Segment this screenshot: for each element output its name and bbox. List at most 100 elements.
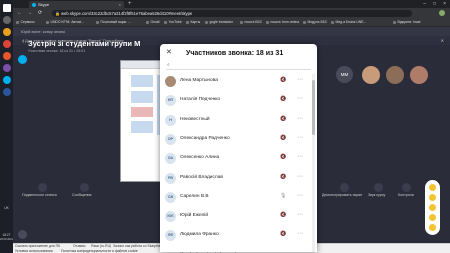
- shared-block: [131, 75, 153, 87]
- participants-scrollbar[interactable]: [312, 74, 315, 252]
- bookmark-item[interactable]: Карты: [186, 18, 201, 27]
- bookmark-item[interactable]: UNDO NTNI: Автом...: [46, 18, 84, 27]
- maximize-button[interactable]: □: [433, 0, 436, 8]
- emoji-smile-icon[interactable]: [429, 184, 436, 191]
- bottom-control-label: Подмеголосе сеанса: [22, 193, 57, 197]
- search-icon: ⌕: [167, 62, 170, 68]
- participant-row[interactable]: ОР Олександра Радченко 🔇 ⋯: [160, 131, 312, 148]
- scrollbar-thumb[interactable]: [312, 80, 315, 135]
- more-options-icon[interactable]: ⋯: [297, 134, 303, 141]
- bookmark-item[interactable]: Відкрити: Інше: [393, 18, 421, 27]
- participant-name: Наталія Педченко: [180, 97, 221, 103]
- search-underline: [166, 69, 311, 70]
- bookmark-item[interactable]: пошта: bnm.nmtna: [266, 18, 300, 27]
- participants-search[interactable]: ⌕: [160, 62, 317, 70]
- folder-icon[interactable]: [3, 28, 11, 36]
- chrome-icon[interactable]: [3, 40, 11, 48]
- emoji-surprise-icon[interactable]: [429, 204, 436, 211]
- back-chevron-icon[interactable]: ‹: [22, 38, 24, 45]
- tab-close-icon[interactable]: ×: [119, 1, 121, 8]
- participant-row[interactable]: Лена Мартынова 🔇 ⋯: [160, 73, 312, 90]
- call-title: Зустріч зі студентами групи М: [28, 39, 141, 48]
- participant-avatar: ЮЄ: [165, 211, 176, 223]
- more-options-icon[interactable]: ⋯: [297, 230, 303, 237]
- participant-row[interactable]: РВ Равосій Владислав 🔇 ⋯: [160, 170, 312, 187]
- more-options-icon[interactable]: ⋯: [297, 153, 303, 160]
- participant-row[interactable]: ЛФ Людмила Франко 🔇 ⋯: [160, 227, 312, 244]
- participant-avatar[interactable]: [362, 66, 380, 84]
- search-icon[interactable]: [3, 16, 11, 24]
- app-icon[interactable]: [3, 52, 11, 60]
- more-controls-icon[interactable]: [402, 183, 411, 192]
- emoji-sad-icon[interactable]: [429, 214, 436, 221]
- footer-link[interactable]: Условия использования: [15, 249, 53, 253]
- banner-close-icon[interactable]: ✕: [441, 36, 444, 45]
- bookmark-item[interactable]: YouTube: [164, 18, 182, 27]
- participant-row[interactable]: НП Наталія Педченко 🔇 ⋯: [160, 92, 312, 109]
- bookmark-item[interactable]: Сервисы: [16, 18, 35, 27]
- language-indicator[interactable]: UK: [0, 206, 13, 210]
- participant-name: Людмила Франко: [180, 232, 219, 238]
- more-options-icon[interactable]: ⋯: [297, 115, 303, 122]
- more-options-icon[interactable]: ⋯: [297, 76, 303, 83]
- participant-avatar[interactable]: ММ: [336, 66, 353, 83]
- footer-link[interactable]: Скачать приложение для ПК: [15, 244, 60, 248]
- word-icon[interactable]: [3, 88, 11, 96]
- chat-icon[interactable]: [80, 183, 89, 192]
- bottom-control-label: Звук курсу: [368, 193, 386, 197]
- participant-avatar[interactable]: [386, 66, 404, 84]
- bookmark-item[interactable]: Модуль ББС: [303, 18, 328, 27]
- emoji-thumbs-icon[interactable]: [429, 224, 436, 231]
- windows-start-icon[interactable]: [3, 4, 11, 12]
- participants-modal: ✕ Участников звонка: 18 из 31 ⌕ Лена Мар…: [160, 44, 317, 252]
- call-subtitle: Участники зеонка: 18 из 31 • 26:01: [28, 49, 86, 53]
- settings-icon[interactable]: [18, 230, 27, 239]
- skype-favicon-icon: [32, 2, 36, 7]
- skype-taskbar-icon[interactable]: [3, 76, 11, 84]
- tab-skype[interactable]: Skype ×: [29, 1, 124, 8]
- bookmark-item[interactable]: Поштовый ящик: ...: [96, 18, 131, 27]
- share-screen-icon[interactable]: [340, 183, 349, 192]
- close-icon[interactable]: ✕: [166, 49, 172, 57]
- participant-avatar: ОР: [165, 133, 176, 145]
- participant-row[interactable]: Н Неизвестный 🔇 ⋯: [160, 112, 312, 129]
- participant-row[interactable]: СВ Сарелин В.В 🎙 ⋯: [160, 189, 312, 206]
- bookmark-item[interactable]: gogle translator: [205, 18, 233, 27]
- back-button[interactable]: ←: [17, 9, 22, 17]
- mic-muted-icon: 🔇: [280, 134, 287, 141]
- clock-time: 18:27: [2, 233, 11, 237]
- participant-avatar: ЛФ: [165, 230, 176, 242]
- viber-icon[interactable]: [3, 64, 11, 72]
- forward-button[interactable]: →: [27, 9, 32, 17]
- participant-avatar: ОА: [165, 153, 176, 165]
- more-options-icon[interactable]: ⋯: [297, 211, 303, 218]
- bookmark-item[interactable]: Gmail: [146, 18, 160, 27]
- reload-button[interactable]: ⟳: [38, 9, 42, 17]
- url-field[interactable]: 🔒 web.skype.com/33c22dbc57a314f2f8f51e76…: [52, 9, 412, 17]
- close-window-button[interactable]: ×: [443, 0, 446, 8]
- more-options-icon[interactable]: ⋯: [297, 173, 303, 180]
- participant-name: Лена Мартынова: [180, 78, 218, 83]
- footer-link[interactable]: Политика конфиденциальности и файлов coo…: [61, 249, 138, 253]
- emoji-laugh-icon[interactable]: [429, 194, 436, 201]
- new-tab-button[interactable]: +: [128, 0, 132, 8]
- footer-link[interactable]: Отзывы: [73, 244, 85, 248]
- mic-muted-icon: 🔇: [280, 154, 287, 161]
- subtitles-icon[interactable]: [38, 183, 47, 192]
- modal-title: Участников звонка: 18 из 31: [186, 50, 284, 57]
- bookmark-item[interactable]: Мед.а Бланк UNE...: [331, 18, 367, 27]
- participant-row[interactable]: ЮЄ Юрій Ежелій 🔇 ⋯: [160, 208, 312, 225]
- participant-avatar: Н: [165, 114, 176, 126]
- more-options-icon[interactable]: ⋯: [297, 192, 303, 199]
- footer-link[interactable]: Язык (ru-RU): [91, 244, 111, 248]
- profile-avatar[interactable]: [439, 10, 445, 16]
- shared-block: [131, 121, 153, 133]
- minimize-button[interactable]: –: [423, 0, 426, 8]
- participant-row[interactable]: ОА Олексенко Алина 🔇 ⋯: [160, 150, 312, 167]
- shared-block: [131, 107, 153, 117]
- bookmarks-bar: Сервисы UNDO NTNI: Автом... Поштовый ящи…: [13, 18, 450, 27]
- speaker-icon[interactable]: [374, 183, 383, 192]
- more-options-icon[interactable]: ⋯: [297, 95, 303, 102]
- participant-avatar[interactable]: [410, 66, 428, 84]
- bookmark-item[interactable]: пошта ББС: [240, 18, 263, 27]
